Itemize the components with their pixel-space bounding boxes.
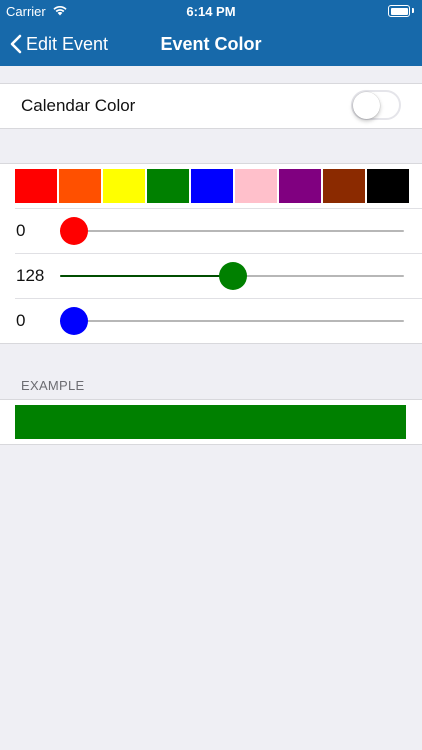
calendar-color-label: Calendar Color <box>21 96 136 115</box>
example-row <box>0 399 422 445</box>
green-slider-row: 128 <box>0 254 422 298</box>
top-bar: Carrier 6:14 PM Edit Event Event Color <box>0 0 422 66</box>
toggle-knob <box>353 92 380 119</box>
blue-slider-thumb[interactable] <box>60 307 88 335</box>
red-value: 0 <box>16 221 26 240</box>
battery-tip <box>412 8 414 13</box>
swatch-blue[interactable] <box>191 169 233 203</box>
swatch-red[interactable] <box>15 169 57 203</box>
green-slider-fill <box>60 275 233 277</box>
red-slider-thumb[interactable] <box>60 217 88 245</box>
navigation-bar: Edit Event Event Color <box>0 22 422 66</box>
red-slider-track[interactable] <box>60 230 404 232</box>
calendar-color-toggle[interactable] <box>351 90 401 120</box>
blue-slider-track[interactable] <box>60 320 404 322</box>
example-color-preview <box>15 405 406 439</box>
blue-slider-row: 0 <box>0 299 422 343</box>
status-bar: Carrier 6:14 PM <box>0 0 422 22</box>
back-button[interactable]: Edit Event <box>10 22 108 66</box>
blue-value: 0 <box>16 311 26 330</box>
status-time: 6:14 PM <box>186 4 236 19</box>
chevron-left-icon <box>10 34 22 54</box>
red-slider-row: 0 <box>0 209 422 253</box>
swatch-yellow[interactable] <box>103 169 145 203</box>
swatch-brown[interactable] <box>323 169 365 203</box>
calendar-color-row: Calendar Color <box>0 83 422 129</box>
green-value: 128 <box>16 266 45 285</box>
swatch-purple[interactable] <box>279 169 321 203</box>
battery-icon <box>388 5 410 17</box>
color-picker-section: 0 128 0 <box>0 163 422 344</box>
swatch-orange[interactable] <box>59 169 101 203</box>
swatch-black[interactable] <box>367 169 409 203</box>
event-color-screen: Carrier 6:14 PM Edit Event Event Color C… <box>0 0 422 750</box>
green-slider-thumb[interactable] <box>218 262 247 290</box>
swatch-pink[interactable] <box>235 169 277 203</box>
color-palette <box>15 169 409 203</box>
swatch-green[interactable] <box>147 169 189 203</box>
example-header: EXAMPLE <box>21 378 85 393</box>
back-label: Edit Event <box>26 33 109 54</box>
